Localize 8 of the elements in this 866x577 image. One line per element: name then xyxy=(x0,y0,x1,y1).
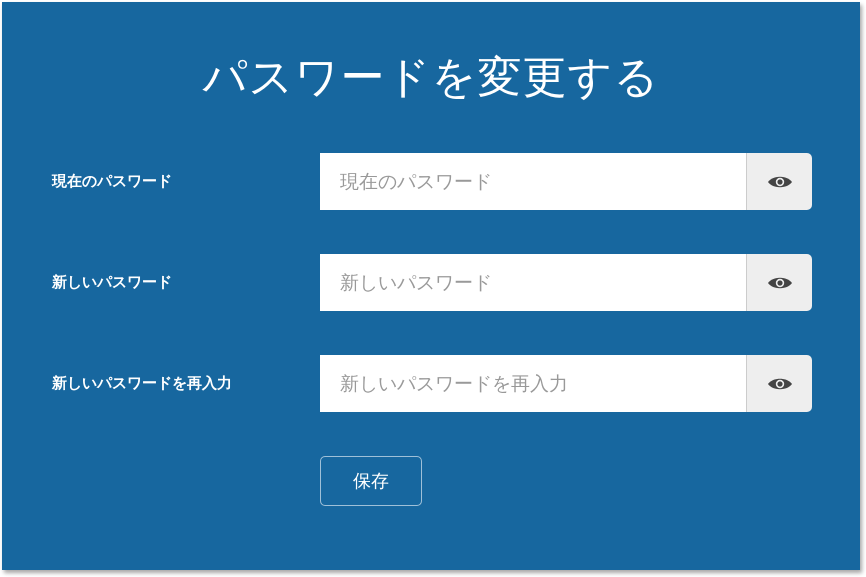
field-label: 新しいパスワード xyxy=(50,273,173,292)
show-password-button[interactable] xyxy=(746,153,812,210)
page-title: パスワードを変更する xyxy=(202,51,660,105)
save-button[interactable]: 保存 xyxy=(320,456,422,506)
show-password-button[interactable] xyxy=(746,355,812,412)
field-label: 新しいパスワードを再入力 xyxy=(50,374,233,393)
show-password-button[interactable] xyxy=(746,254,812,311)
field-label: 現在のパスワード xyxy=(50,172,173,191)
